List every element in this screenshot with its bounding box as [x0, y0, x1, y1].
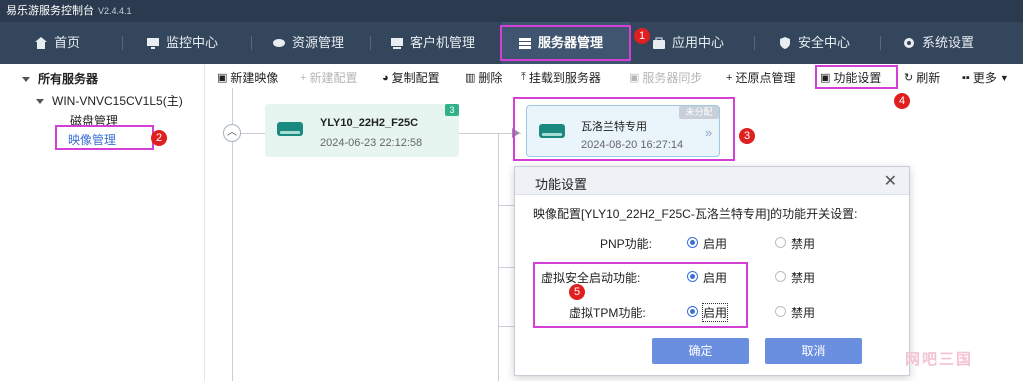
dialog-title: 功能设置	[535, 177, 588, 192]
app-icon	[653, 37, 665, 49]
restore-point-button[interactable]: + 还原点管理	[726, 69, 795, 86]
resource-icon	[273, 39, 285, 47]
chevron-up-icon: ︿	[227, 127, 237, 138]
server-sync-button[interactable]: ▣ 服务器同步	[629, 69, 702, 86]
pnp-label: PNP功能:	[600, 237, 653, 251]
grid-icon: ▪▪	[962, 71, 970, 84]
nav-settings[interactable]: 系统设置	[902, 22, 974, 64]
highlight-feature-settings	[815, 65, 898, 89]
cancel-button[interactable]: 取消	[765, 338, 862, 364]
pnp-disable-radio[interactable]	[775, 237, 786, 248]
more-button[interactable]: ▪▪ 更多 ▼	[962, 69, 1009, 86]
new-image-button[interactable]: ▣ 新建映像	[217, 69, 278, 86]
pnp-enable-radio[interactable]	[687, 237, 698, 248]
trash-icon: ▥	[465, 72, 476, 84]
dialog-description: 映像配置[YLY10_22H2_F25C-瓦洛兰特专用]的功能开关设置:	[533, 207, 858, 221]
tree-server[interactable]: WIN-VNVC15CV1L5(主)	[36, 92, 183, 109]
caret-down-icon	[22, 77, 30, 83]
gear-icon	[904, 38, 914, 48]
plus-icon: +	[726, 71, 733, 84]
confirm-button[interactable]: 确定	[652, 338, 749, 364]
pnp-disable-label[interactable]: 禁用	[791, 235, 815, 252]
nav-resource[interactable]: 资源管理	[272, 22, 344, 64]
highlight-image-card-2	[513, 97, 735, 161]
image-card-time: 2024-06-23 22:12:58	[320, 137, 423, 149]
watermark-logo: 网吧三国	[905, 351, 974, 368]
copy-icon: ◕	[382, 71, 389, 84]
mount-to-server-button[interactable]: ⤒ 挂载到服务器	[521, 69, 601, 86]
secure-boot-disable-radio[interactable]	[775, 271, 786, 282]
secure-boot-disable-label[interactable]: 禁用	[791, 269, 815, 286]
nav-security[interactable]: 安全中心	[778, 22, 850, 64]
copy-config-button[interactable]: ◕ 复制配置	[382, 69, 440, 86]
pnp-enable-label[interactable]: 启用	[703, 235, 727, 252]
tpm-disable-label[interactable]: 禁用	[791, 304, 815, 321]
new-config-button[interactable]: + 新建配置	[300, 69, 357, 86]
nav-app[interactable]: 应用中心	[652, 22, 724, 64]
nav-monitor[interactable]: 监控中心	[146, 22, 218, 64]
upload-icon: ⤒	[521, 71, 526, 83]
disk-icon	[277, 122, 303, 136]
marker-5: 5	[569, 284, 585, 300]
chevron-down-icon: ▼	[999, 72, 1009, 83]
image-card-1[interactable]: YLY10_22H2_F25C 2024-06-23 22:12:58 3	[265, 104, 459, 157]
client-icon	[391, 38, 403, 49]
marker-2: 2	[151, 130, 167, 146]
new-image-icon: ▣	[217, 72, 228, 84]
app-version: V2.4.4.1	[98, 6, 132, 16]
close-icon[interactable]: ✕	[884, 171, 897, 191]
plus-icon: +	[300, 71, 307, 84]
nav-home[interactable]: 首页	[34, 22, 80, 64]
refresh-button[interactable]: ↻ 刷新	[904, 69, 940, 86]
monitor-icon	[147, 38, 159, 49]
count-badge: 3	[445, 104, 459, 116]
tpm-disable-radio[interactable]	[775, 306, 786, 317]
home-icon	[35, 37, 47, 49]
delete-button[interactable]: ▥ 删除	[465, 69, 502, 86]
app-title: 易乐游服务控制台	[6, 5, 94, 17]
marker-3: 3	[739, 128, 755, 144]
highlight-security-options	[533, 262, 748, 328]
highlight-nav-server	[500, 25, 631, 61]
image-card-name: YLY10_22H2_F25C	[320, 117, 419, 129]
refresh-icon: ↻	[904, 72, 914, 84]
shield-icon	[780, 37, 790, 49]
highlight-sidebar-image	[55, 125, 154, 150]
sync-icon: ▣	[629, 72, 640, 84]
nav-client[interactable]: 客户机管理	[390, 22, 475, 64]
tree-root[interactable]: 所有服务器	[22, 70, 98, 87]
collapse-toggle[interactable]: ︿	[223, 124, 241, 142]
dialog-header: 功能设置	[515, 167, 909, 195]
marker-1: 1	[634, 28, 650, 44]
caret-down-icon	[36, 99, 44, 105]
title-bar: 易乐游服务控制台 V2.4.4.1	[0, 0, 1023, 22]
